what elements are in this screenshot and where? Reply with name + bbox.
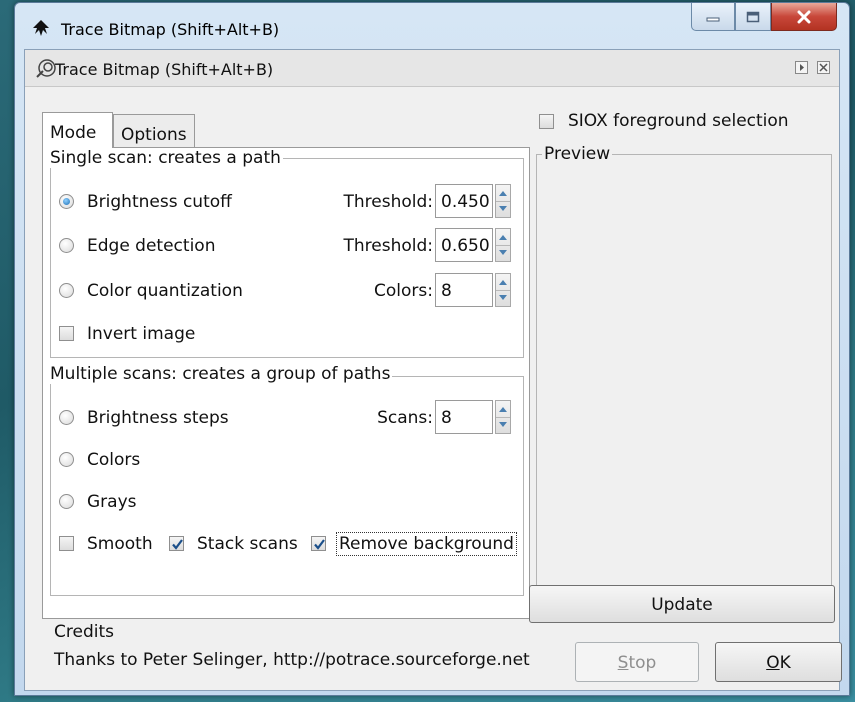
dock-title: Trace Bitmap (Shift+Alt+B): [55, 60, 274, 79]
dock-expand-button[interactable]: [795, 61, 808, 74]
dialog-client: Trace Bitmap (Shift+Alt+B) Mode Options …: [24, 49, 842, 691]
label-edge-detection: Edge detection: [87, 236, 216, 256]
preview-legend: Preview: [542, 144, 613, 164]
option-edge-detection: Edge detection Threshold: 0.650: [43, 228, 523, 264]
update-button-label: Update: [651, 595, 713, 615]
threshold-2-value: 0.650: [441, 236, 490, 256]
tab-mode-label: Mode: [50, 123, 97, 143]
checkmark-icon: [172, 539, 183, 550]
threshold-1-input[interactable]: 0.450: [435, 184, 493, 218]
checkmark-icon: [314, 539, 325, 550]
spin-up-icon: [499, 407, 507, 412]
scans-value: 8: [441, 408, 452, 428]
label-siox: SIOX foreground selection: [568, 111, 789, 131]
trace-bitmap-window: Trace Bitmap (Shift+Alt+B) Trace Bitmap …: [14, 2, 850, 696]
stop-mnemonic: S: [617, 653, 629, 673]
dock-close-button[interactable]: [817, 61, 830, 74]
label-grays: Grays: [87, 492, 137, 512]
update-button[interactable]: Update: [529, 585, 835, 623]
option-brightness-cutoff: Brightness cutoff Threshold: 0.450: [43, 184, 523, 220]
close-icon: [797, 10, 811, 23]
option-invert-image: Invert image: [43, 322, 523, 352]
label-smooth: Smooth: [87, 534, 153, 554]
label-brightness-cutoff: Brightness cutoff: [87, 192, 232, 212]
ok-mnemonic: O: [766, 653, 780, 673]
preview-frame: [536, 154, 832, 620]
threshold-2-spinner[interactable]: [495, 228, 511, 262]
radio-edge-detection[interactable]: [59, 238, 74, 253]
window-title: Trace Bitmap (Shift+Alt+B): [61, 20, 280, 39]
spin-up-icon: [499, 191, 507, 196]
option-grays: Grays: [43, 490, 523, 520]
colors-value: 8: [441, 281, 452, 301]
label-colors-option: Colors: [87, 450, 141, 470]
option-colors: Colors: [43, 448, 523, 478]
ok-label: K: [779, 653, 791, 673]
scans-input[interactable]: 8: [435, 400, 493, 434]
threshold-1-spinner[interactable]: [495, 184, 511, 218]
checkbox-smooth[interactable]: [59, 536, 74, 551]
tab-options-label: Options: [121, 125, 187, 145]
single-scan-legend: Single scan: creates a path: [48, 148, 283, 168]
spin-up-icon: [499, 280, 507, 285]
title-bar[interactable]: Trace Bitmap (Shift+Alt+B): [15, 3, 849, 49]
label-colors: Colors:: [374, 281, 433, 301]
threshold-2-input[interactable]: 0.650: [435, 228, 493, 262]
multiple-scans-checks: Smooth Stack scans Remove background: [43, 532, 523, 562]
label-scans: Scans:: [377, 408, 433, 428]
radio-color-quantization[interactable]: [59, 283, 74, 298]
credits-text: Thanks to Peter Selinger, http://potrace…: [54, 650, 530, 670]
inkscape-icon: [33, 20, 49, 36]
label-stack-scans: Stack scans: [197, 534, 298, 554]
spin-down-icon: [499, 422, 507, 427]
radio-colors[interactable]: [59, 452, 74, 467]
dock-title-bar[interactable]: Trace Bitmap (Shift+Alt+B): [25, 50, 839, 87]
minimize-icon: [706, 17, 720, 21]
multiple-scans-legend: Multiple scans: creates a group of paths: [48, 364, 393, 384]
colors-input[interactable]: 8: [435, 273, 493, 307]
spin-up-icon: [499, 235, 507, 240]
threshold-1-value: 0.450: [441, 192, 490, 212]
mode-panel: Single scan: creates a path Brightness c…: [42, 147, 530, 619]
radio-brightness-cutoff[interactable]: [59, 194, 74, 209]
label-color-quantization: Color quantization: [87, 281, 243, 301]
tab-options[interactable]: Options: [113, 114, 195, 148]
dock-expand-icon: [800, 64, 804, 71]
radio-brightness-steps[interactable]: [59, 410, 74, 425]
option-brightness-steps: Brightness steps Scans: 8: [43, 400, 523, 436]
label-threshold-2: Threshold:: [343, 236, 433, 256]
spin-down-icon: [499, 250, 507, 255]
option-color-quantization: Color quantization Colors: 8: [43, 273, 523, 309]
label-invert-image: Invert image: [87, 324, 196, 344]
checkbox-invert-image[interactable]: [59, 326, 74, 341]
radio-grays[interactable]: [59, 494, 74, 509]
checkbox-siox[interactable]: [539, 114, 554, 129]
scans-spinner[interactable]: [495, 400, 511, 434]
maximize-icon: [746, 11, 760, 22]
checkbox-remove-background[interactable]: [311, 536, 326, 551]
label-brightness-steps: Brightness steps: [87, 408, 229, 428]
dock-close-icon: [819, 63, 828, 72]
label-remove-background: Remove background: [336, 532, 517, 556]
tab-mode[interactable]: Mode: [42, 112, 113, 148]
stop-button[interactable]: Stop: [575, 642, 699, 682]
ok-button[interactable]: OK: [715, 642, 842, 682]
checkbox-stack-scans[interactable]: [169, 536, 184, 551]
maximize-button[interactable]: [735, 3, 771, 31]
spin-down-icon: [499, 295, 507, 300]
spin-down-icon: [499, 206, 507, 211]
stop-label: top: [628, 653, 657, 673]
minimize-button[interactable]: [691, 3, 735, 31]
credits-title: Credits: [54, 622, 114, 642]
trace-bitmap-icon: [36, 59, 56, 78]
colors-spinner[interactable]: [495, 273, 511, 307]
close-button[interactable]: [771, 3, 837, 31]
label-threshold-1: Threshold:: [343, 192, 433, 212]
